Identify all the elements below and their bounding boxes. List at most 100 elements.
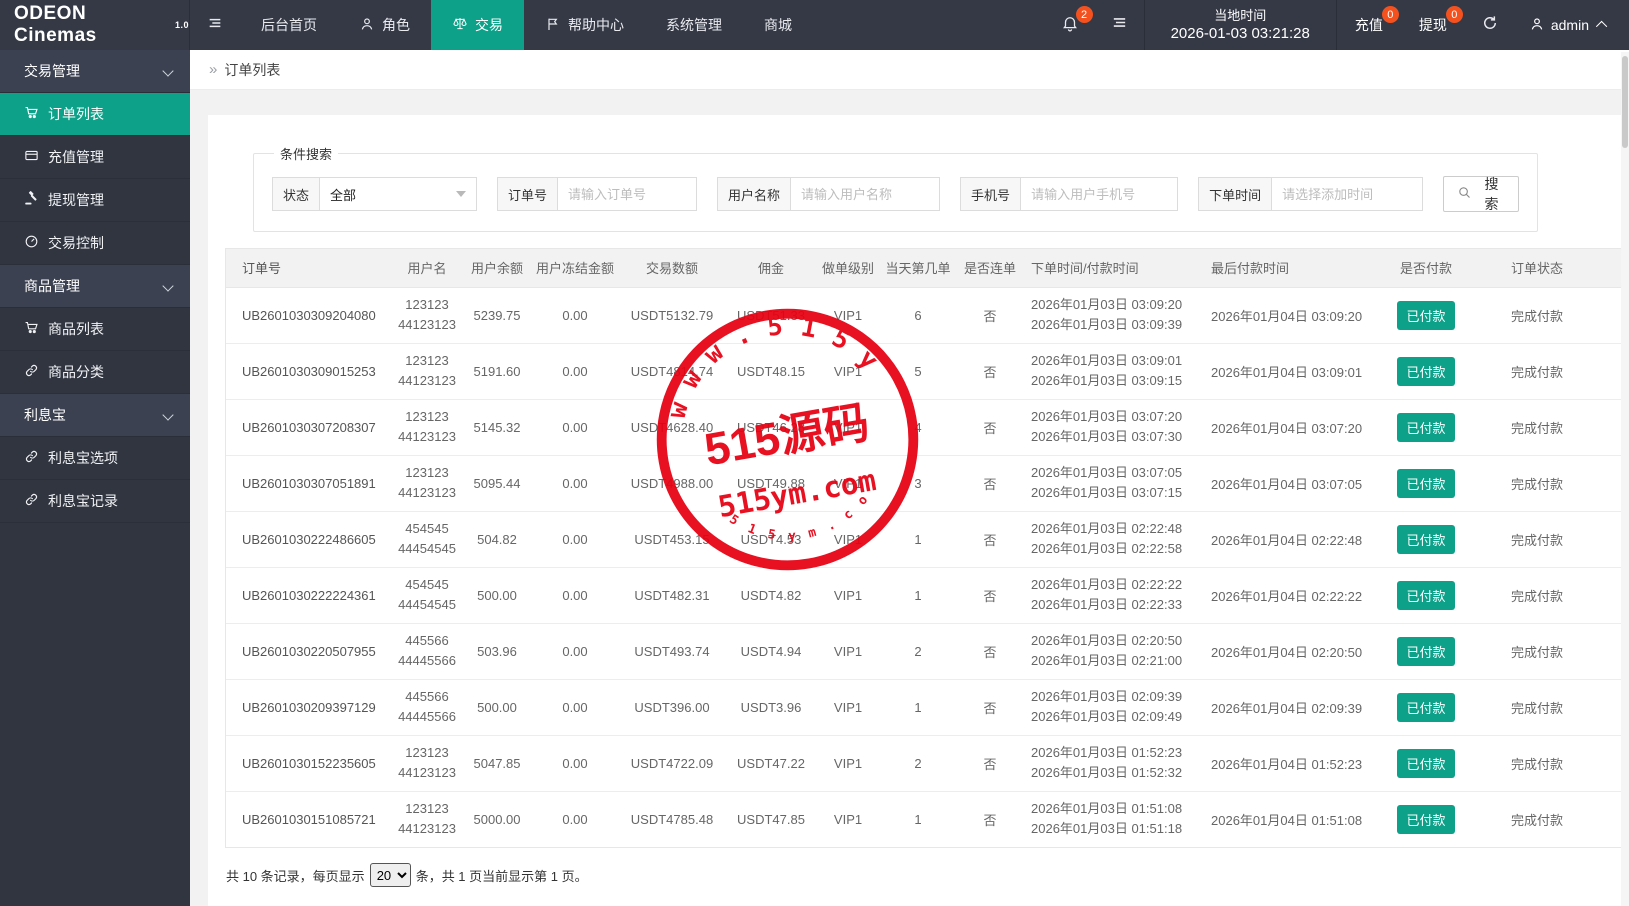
- menu-icon: [207, 15, 223, 36]
- day-index-cell: 2: [879, 623, 957, 680]
- col-header-12: 是否付款: [1385, 249, 1467, 288]
- sidebar-item-trade-control[interactable]: 交易控制: [0, 222, 190, 265]
- recharge-button[interactable]: 充值 0: [1337, 0, 1401, 50]
- balance-cell: 500.00: [463, 567, 531, 624]
- phone-input[interactable]: [1020, 177, 1179, 211]
- sidebar-item-interest-options[interactable]: 利息宝选项: [0, 437, 190, 480]
- paid-badge: 已付款: [1397, 300, 1455, 330]
- level-cell: VIP1: [817, 623, 879, 680]
- sidebar-group-goods[interactable]: 商品管理: [0, 265, 190, 308]
- col-header-13: 订单状态: [1467, 249, 1607, 288]
- commission-cell: USDT4.82: [725, 567, 817, 624]
- sidebar-item-withdraw-mgmt[interactable]: 提现管理: [0, 179, 190, 222]
- col-header-3: 用户余额: [463, 249, 531, 288]
- sidebar-group-trade[interactable]: 交易管理: [0, 50, 190, 93]
- order-no-cell: UB2601030307051891: [226, 455, 391, 512]
- username-cell: 123123 44123123: [391, 287, 463, 344]
- vertical-scrollbar[interactable]: [1621, 52, 1629, 906]
- order-time-cell: 2026年01月03日 03:07:05 2026年01月03日 03:07:15: [1023, 455, 1203, 512]
- page-title: 订单列表: [224, 61, 281, 78]
- refresh-icon: [1481, 14, 1499, 37]
- admin-menu[interactable]: admin: [1515, 0, 1629, 50]
- nav-item-home[interactable]: 后台首页: [240, 0, 338, 50]
- order-time-cell: 2026年01月03日 02:22:48 2026年01月03日 02:22:58: [1023, 511, 1203, 568]
- chevron-down-icon: [162, 280, 174, 292]
- gavel-icon: [24, 191, 39, 209]
- balance-cell: 5000.00: [463, 791, 531, 847]
- amount-cell: USDT4988.00: [619, 455, 725, 512]
- cart-icon: [24, 105, 39, 123]
- sidebar-item-recharge-mgmt[interactable]: 充值管理: [0, 136, 190, 179]
- caret-down-icon: [456, 191, 467, 197]
- amount-cell: USDT482.31: [619, 567, 725, 624]
- sidebar-item-order-list[interactable]: 订单列表: [0, 93, 190, 136]
- admin-name: admin: [1550, 17, 1589, 33]
- pagination-suffix: 条，共 1 页当前显示第 1 页。: [415, 868, 588, 884]
- sidebar-item-goods-list[interactable]: 商品列表: [0, 308, 190, 351]
- nav-item-roles[interactable]: 角色: [338, 0, 431, 50]
- main-content: » 订单列表 条件搜索 状态 全部 订单号 用户名称: [190, 50, 1629, 906]
- table-row: UB2601030307051891 123123 44123123 5095.4…: [226, 455, 1629, 512]
- username-cell: 123123 44123123: [391, 735, 463, 792]
- balance-cell: 504.82: [463, 511, 531, 568]
- scrollbar-thumb[interactable]: [1622, 56, 1628, 148]
- nav-item-mall[interactable]: 商城: [743, 0, 813, 50]
- table-row: UB2601030309204080 123123 44123123 5239.7…: [226, 287, 1629, 344]
- level-cell: VIP1: [817, 567, 879, 624]
- balance-cell: 5095.44: [463, 455, 531, 512]
- balance-cell: 500.00: [463, 679, 531, 736]
- nav-item-system[interactable]: 系统管理: [645, 0, 743, 50]
- order-time-input[interactable]: [1271, 177, 1424, 211]
- col-header-9: 是否连单: [957, 249, 1023, 288]
- order-time-cell: 2026年01月03日 02:20:50 2026年01月03日 02:21:00: [1023, 623, 1203, 680]
- order-status-cell: 完成付款: [1467, 791, 1607, 847]
- frozen-cell: 0.00: [531, 399, 619, 456]
- balance-cell: 5145.32: [463, 399, 531, 456]
- day-index-cell: 1: [879, 567, 957, 624]
- username-input[interactable]: [790, 177, 941, 211]
- amount-cell: USDT4785.48: [619, 791, 725, 847]
- chain-cell: 否: [957, 511, 1023, 568]
- order-no-input[interactable]: [557, 177, 698, 211]
- admin-user-icon: [1529, 16, 1545, 35]
- table-row: UB2601030209397129 445566 44445566 500.00…: [226, 679, 1629, 736]
- local-time-value: 2026-01-03 03:21:28: [1170, 25, 1310, 42]
- commission-cell: USDT46.28: [725, 399, 817, 456]
- pagination-prefix: 共 10 条记录，每页显示: [226, 868, 365, 884]
- nav-item-trade[interactable]: 交易: [431, 0, 524, 50]
- chevron-down-icon: [162, 409, 174, 421]
- list-menu-button[interactable]: [1095, 0, 1144, 50]
- breadcrumb-chevron-icon: »: [209, 61, 218, 78]
- sidebar-toggle-button[interactable]: [190, 0, 240, 50]
- last-pay-time-cell: 2026年01月04日 02:20:50: [1203, 623, 1385, 680]
- paid-cell: 已付款: [1385, 623, 1467, 680]
- search-button[interactable]: 搜 索: [1443, 176, 1519, 212]
- frozen-cell: 0.00: [531, 567, 619, 624]
- day-index-cell: 6: [879, 287, 957, 344]
- paid-cell: 已付款: [1385, 287, 1467, 344]
- search-panel: 条件搜索 状态 全部 订单号 用户名称 手: [253, 144, 1538, 232]
- refresh-button[interactable]: [1465, 0, 1515, 50]
- username-cell: 445566 44445566: [391, 679, 463, 736]
- per-page-select[interactable]: 20: [369, 863, 411, 887]
- level-cell: VIP1: [817, 735, 879, 792]
- withdraw-button[interactable]: 提现 0: [1401, 0, 1465, 50]
- sidebar-group-interest[interactable]: 利息宝: [0, 394, 190, 437]
- sidebar-item-goods-category[interactable]: 商品分类: [0, 351, 190, 394]
- sidebar-item-interest-records[interactable]: 利息宝记录: [0, 480, 190, 523]
- commission-cell: USDT47.85: [725, 791, 817, 847]
- paid-badge: 已付款: [1397, 468, 1455, 498]
- link-icon: [24, 449, 39, 467]
- status-select[interactable]: 全部: [319, 177, 478, 211]
- nav-item-help-center[interactable]: 帮助中心: [524, 0, 645, 50]
- brand-name: ODEON Cinemas: [14, 3, 97, 46]
- cart-icon: [24, 320, 39, 338]
- balance-cell: 5191.60: [463, 343, 531, 400]
- paid-badge: 已付款: [1397, 356, 1455, 386]
- table-row: UB2601030307208307 123123 44123123 5145.3…: [226, 399, 1629, 456]
- frozen-cell: 0.00: [531, 343, 619, 400]
- notifications-button[interactable]: 2: [1045, 0, 1095, 50]
- col-header-7: 做单级别: [817, 249, 879, 288]
- sidebar: 交易管理 订单列表 充值管理 提现管理 交易控制 商品管理 商品列表 商品分类 …: [0, 50, 190, 906]
- balance-cell: 5239.75: [463, 287, 531, 344]
